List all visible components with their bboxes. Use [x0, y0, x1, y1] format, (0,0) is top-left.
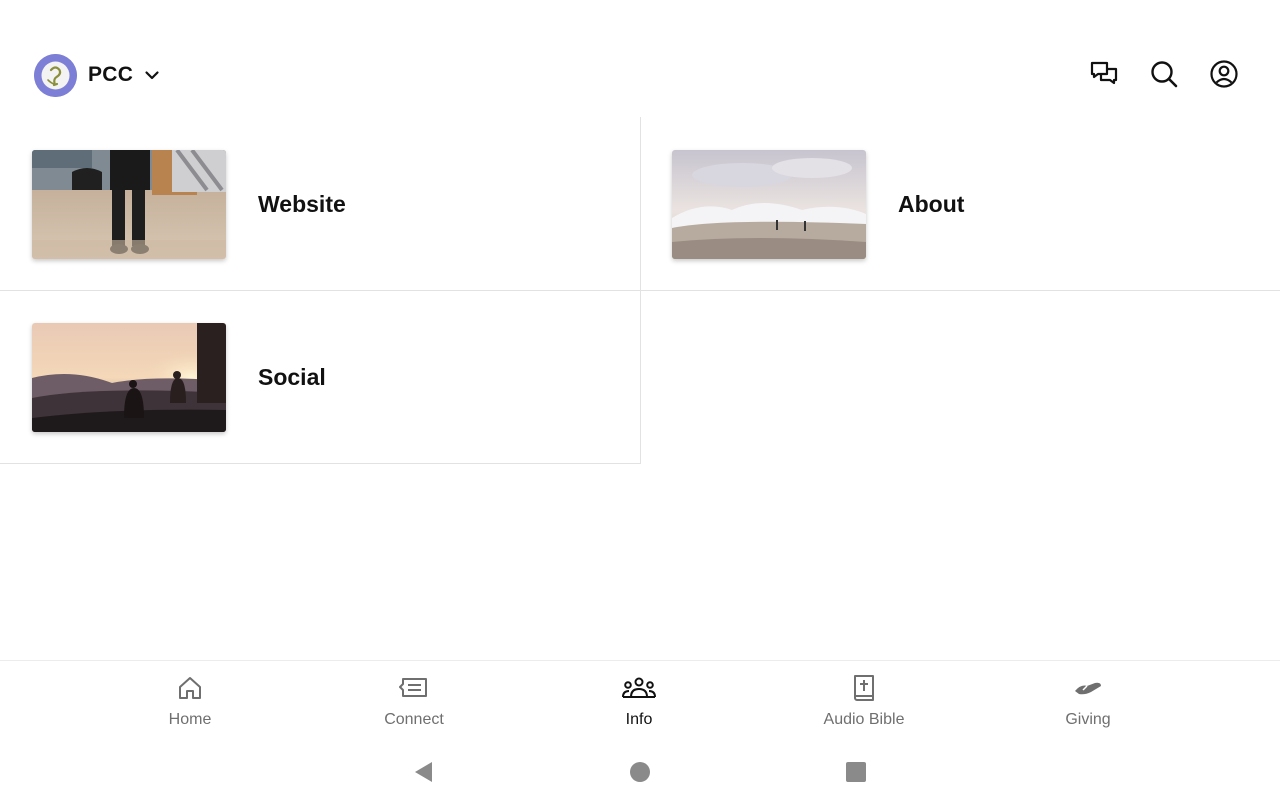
- system-navigation-bar: [0, 744, 1280, 800]
- tile-social[interactable]: Social: [0, 290, 641, 464]
- nav-label: Home: [168, 711, 212, 728]
- pcc-logo-icon: [34, 53, 77, 97]
- nav-label: Connect: [384, 711, 444, 728]
- group-icon: [622, 673, 656, 703]
- org-name: PCC: [88, 63, 134, 86]
- tile-about[interactable]: About: [640, 117, 1280, 291]
- recents-icon[interactable]: [841, 757, 871, 787]
- giving-hand-icon: [1073, 673, 1103, 703]
- home-icon: [177, 673, 203, 703]
- about-thumbnail: [672, 149, 866, 259]
- back-icon[interactable]: [408, 757, 438, 787]
- nav-info[interactable]: Info: [569, 673, 709, 729]
- chevron-down-icon: [143, 66, 161, 84]
- search-icon[interactable]: [1148, 58, 1180, 90]
- tile-label: About: [898, 190, 965, 217]
- app-header: PCC: [0, 0, 1280, 118]
- bible-icon: [852, 673, 876, 703]
- nav-connect[interactable]: Connect: [344, 673, 484, 729]
- nav-audio-bible[interactable]: Audio Bible: [794, 673, 934, 729]
- message-card-icon: [399, 673, 429, 703]
- nav-label: Audio Bible: [823, 711, 905, 728]
- account-icon[interactable]: [1208, 58, 1240, 90]
- bottom-navigation: Home Connect Info Audio Bible Giving: [0, 660, 1280, 744]
- social-thumbnail: [32, 322, 226, 432]
- nav-giving[interactable]: Giving: [1018, 673, 1158, 729]
- nav-home[interactable]: Home: [120, 673, 260, 729]
- tile-label: Website: [258, 190, 346, 217]
- chat-icon[interactable]: [1088, 58, 1120, 90]
- org-switcher[interactable]: PCC: [34, 53, 161, 97]
- website-thumbnail: [32, 149, 226, 259]
- tile-website[interactable]: Website: [0, 117, 641, 291]
- home-circle-icon[interactable]: [625, 757, 655, 787]
- tile-label: Social: [258, 363, 326, 390]
- nav-label: Giving: [1065, 711, 1111, 728]
- nav-label: Info: [625, 711, 653, 728]
